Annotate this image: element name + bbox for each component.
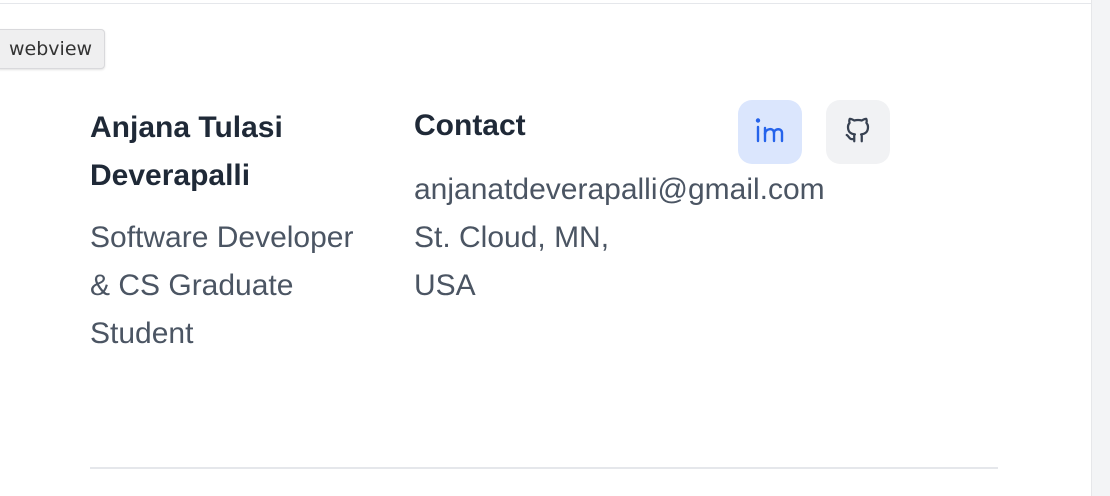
profile-role: Software Developer & CS Graduate Student (90, 221, 354, 350)
contact-heading: Contact (414, 109, 526, 142)
webview-tooltip: webview (0, 29, 106, 69)
github-button[interactable] (826, 100, 890, 164)
profile-name: Anjana Tulasi Deverapalli (90, 111, 283, 192)
github-icon (843, 115, 873, 150)
contact-address: St. Cloud, MN, USA (414, 221, 610, 302)
scrollbar-track[interactable] (1091, 0, 1110, 496)
contact-email-link[interactable]: anjanatdeverapalli@gmail.com (414, 166, 825, 214)
linkedin-icon (753, 115, 787, 150)
top-border (0, 0, 1092, 4)
linkedin-button[interactable] (738, 100, 802, 164)
footer-divider (90, 467, 998, 469)
